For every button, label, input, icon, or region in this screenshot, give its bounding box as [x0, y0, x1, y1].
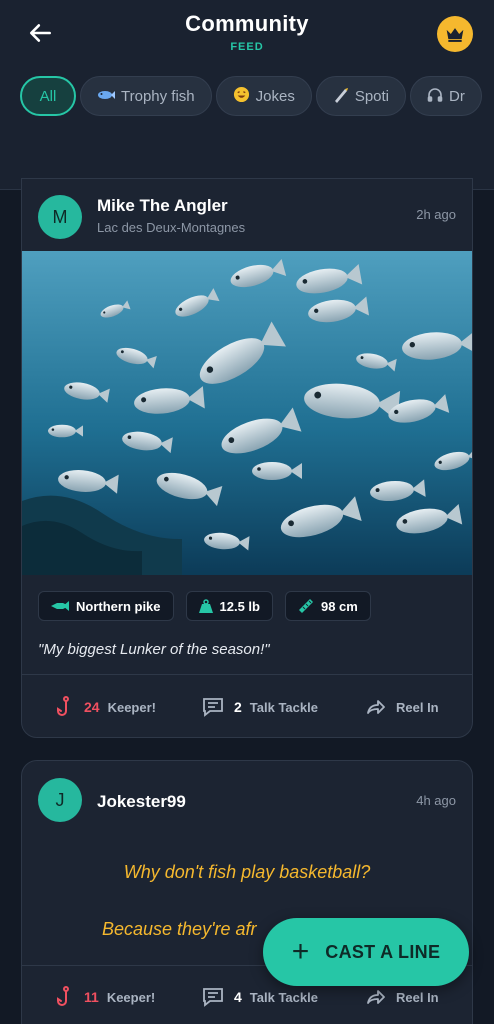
fish-icon: [97, 88, 115, 104]
comment-button[interactable]: 4 Talk Tackle: [202, 987, 318, 1007]
share-arrow-icon: [366, 989, 386, 1005]
post-actions: 24 Keeper! 2 Talk Tackle Reel In: [22, 677, 472, 737]
keeper-label: Keeper!: [107, 699, 156, 715]
ruler-icon: [298, 598, 314, 614]
cast-a-line-button[interactable]: + CAST A LINE: [263, 918, 469, 986]
chip-all[interactable]: All: [20, 76, 76, 116]
species-tag: Northern pike: [38, 591, 174, 621]
comment-icon: [202, 697, 224, 717]
chip-label: Jokes: [255, 87, 295, 105]
page-subtitle: FEED: [230, 41, 264, 53]
catch-tags: Northern pike 12.5 lb 98 cm: [38, 591, 371, 621]
chip-headphones[interactable]: Dr: [410, 76, 482, 116]
weight-icon: [198, 599, 213, 613]
crown-icon: [446, 28, 464, 42]
premium-button[interactable]: [437, 16, 473, 52]
post-location: Lac des Deux-Montagnes: [97, 220, 246, 235]
chip-spotlight[interactable]: Spoti: [315, 76, 407, 116]
share-label: Reel In: [396, 989, 439, 1005]
comment-icon: [202, 987, 224, 1007]
fish-school-image: [22, 251, 472, 575]
species-label: Northern pike: [76, 598, 161, 614]
share-button[interactable]: Reel In: [366, 989, 439, 1005]
chip-label: Dr: [449, 87, 465, 105]
weight-tag: 12.5 lb: [185, 591, 273, 621]
fish-icon: [51, 600, 69, 612]
weight-label: 12.5 lb: [219, 598, 260, 614]
post-caption: "My biggest Lunker of the season!": [38, 641, 270, 658]
post-card[interactable]: M Mike The Angler Lac des Deux-Montagnes…: [21, 178, 473, 738]
post-time: 4h ago: [416, 793, 456, 808]
post-author[interactable]: Mike The Angler: [97, 196, 228, 216]
length-label: 98 cm: [320, 598, 358, 614]
keeper-label: Keeper!: [106, 989, 156, 1005]
chip-label: Spoti: [354, 87, 390, 105]
post-time: 2h ago: [416, 207, 456, 222]
keeper-button[interactable]: 11 Keeper!: [56, 986, 155, 1008]
comment-label: Talk Tackle: [249, 699, 318, 715]
page-title: Community: [185, 11, 309, 36]
header-bar: Community FEED All Trophy fish Jokes Spo…: [0, 0, 494, 190]
headphones-icon: [427, 87, 443, 106]
post-photo[interactable]: [22, 251, 472, 575]
comment-count: 4: [234, 989, 242, 1005]
plus-icon: +: [291, 935, 310, 968]
share-button[interactable]: Reel In: [366, 699, 439, 715]
share-label: Reel In: [396, 699, 439, 715]
keeper-count: 24: [84, 699, 100, 715]
share-arrow-icon: [366, 699, 386, 715]
length-tag: 98 cm: [284, 591, 371, 621]
divider: [22, 674, 472, 675]
keeper-button[interactable]: 24 Keeper!: [56, 696, 156, 718]
chip-jokes[interactable]: Jokes: [215, 76, 312, 116]
comment-button[interactable]: 2 Talk Tackle: [202, 697, 318, 717]
fishhook-icon: [56, 986, 74, 1008]
comment-label: Talk Tackle: [249, 989, 318, 1005]
avatar[interactable]: M: [38, 195, 82, 239]
spotlight-icon: [333, 87, 349, 106]
keeper-count: 11: [84, 989, 99, 1005]
post-author[interactable]: Jokester99: [97, 792, 186, 812]
filter-chips: All Trophy fish Jokes Spoti Dr: [20, 76, 494, 118]
chip-label: Trophy fish: [121, 87, 195, 105]
comment-count: 2: [234, 699, 242, 715]
chip-trophy-fish[interactable]: Trophy fish: [80, 76, 212, 116]
chip-label: All: [39, 87, 57, 105]
joke-line: Why don't fish play basketball?: [123, 862, 371, 882]
laugh-emoji-icon: [233, 86, 250, 106]
avatar[interactable]: J: [38, 778, 82, 822]
cast-a-line-label: CAST A LINE: [325, 941, 441, 962]
fishhook-icon: [56, 696, 74, 718]
